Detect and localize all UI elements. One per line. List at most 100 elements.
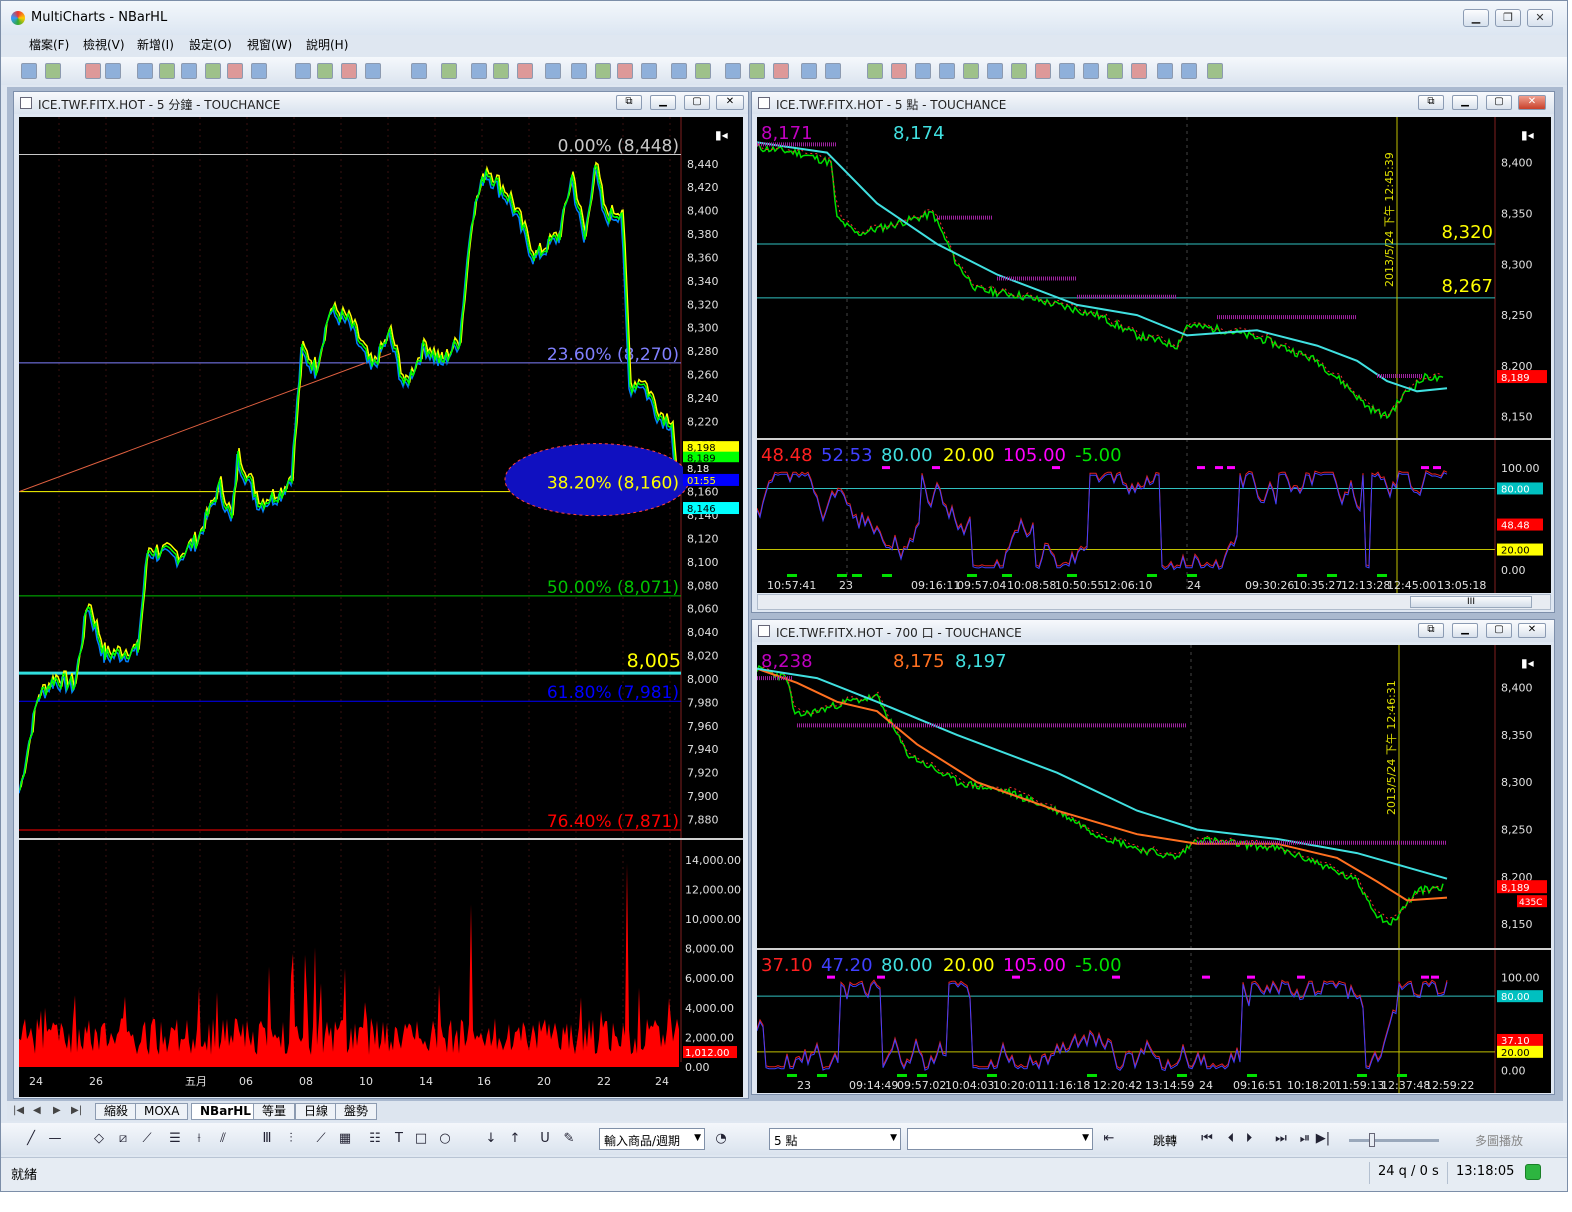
window-restore-icon[interactable]: ⧉: [616, 95, 642, 110]
toolbar-tool-icon[interactable]: [341, 63, 357, 79]
toolbar-tool-icon[interactable]: [1059, 63, 1075, 79]
tab-6[interactable]: 盤勢: [335, 1103, 378, 1120]
drawing-tool-icon[interactable]: ⇤: [1101, 1131, 1117, 1147]
drawing-tool-icon[interactable]: ☰: [167, 1131, 183, 1147]
toolbar-tool-icon[interactable]: [251, 63, 267, 79]
drawing-tool-icon[interactable]: ◇: [91, 1131, 107, 1147]
toolbar-tool-icon[interactable]: [1107, 63, 1123, 79]
tab-1[interactable]: 縮殺: [95, 1103, 138, 1120]
toolbar-tool-icon[interactable]: [295, 63, 311, 79]
drawing-tool-icon[interactable]: ⏯: [1297, 1131, 1313, 1147]
drawing-tool-icon[interactable]: T: [391, 1131, 407, 1147]
toolbar-tool-icon[interactable]: [159, 63, 175, 79]
tab-4[interactable]: 等量: [253, 1103, 296, 1120]
toolbar-tool-icon[interactable]: [517, 63, 533, 79]
chart-window-titlebar[interactable]: ICE.TWF.FITX.HOT - 5 點 - TOUCHANCE ⧉ ▁ ▢…: [752, 92, 1554, 114]
toolbar-tool-icon[interactable]: [1035, 63, 1051, 79]
toolbar-tool-icon[interactable]: [725, 63, 741, 79]
drawing-tool-icon[interactable]: ⫶: [283, 1131, 299, 1147]
menu-file[interactable]: 檔案(F): [29, 36, 69, 53]
drawing-tool-icon[interactable]: ◔: [713, 1131, 729, 1147]
toolbar-tool-icon[interactable]: [963, 63, 979, 79]
window-minimize-button[interactable]: ▁: [1452, 623, 1478, 638]
toolbar-tool-icon[interactable]: [205, 63, 221, 79]
toolbar-tool-icon[interactable]: [441, 63, 457, 79]
menu-insert[interactable]: 新增(I): [137, 36, 174, 53]
toolbar-tool-icon[interactable]: [493, 63, 509, 79]
drawing-tool-icon[interactable]: ⟊: [191, 1131, 207, 1147]
toolbar-tool-icon[interactable]: [411, 63, 427, 79]
toolbar-tool-icon[interactable]: [471, 63, 487, 79]
drawing-tool-icon[interactable]: ⟋: [139, 1131, 155, 1147]
drawing-tool-icon[interactable]: □: [413, 1131, 429, 1147]
toolbar-tool-icon[interactable]: [695, 63, 711, 79]
window-minimize-button[interactable]: ▁: [650, 95, 676, 110]
chart-window-5min[interactable]: ICE.TWF.FITX.HOT - 5 分鐘 - TOUCHANCE ⧉ ▁ …: [13, 91, 749, 1099]
window-maximize-button[interactable]: ▢: [1486, 623, 1512, 638]
toolbar-tool-icon[interactable]: [801, 63, 817, 79]
prev-tab-icon[interactable]: ◀: [33, 1105, 41, 1116]
window-maximize-button[interactable]: ▢: [1486, 95, 1512, 110]
toolbar-tool-icon[interactable]: [227, 63, 243, 79]
chart-window-titlebar[interactable]: ICE.TWF.FITX.HOT - 700 口 - TOUCHANCE ⧉ ▁…: [752, 620, 1554, 642]
chart-plot-area[interactable]: 8,400 8,350 8,300 8,250 8,200 8,150 ▮◂ 8,171 8,1…: [757, 117, 1551, 593]
next-tab-icon[interactable]: ▶: [53, 1105, 61, 1116]
menu-help[interactable]: 說明(H): [306, 36, 348, 53]
toolbar-tool-icon[interactable]: [1131, 63, 1147, 79]
toolbar-tool-icon[interactable]: [1181, 63, 1197, 79]
toolbar-tool-icon[interactable]: [641, 63, 657, 79]
drawing-tool-icon[interactable]: ↑: [507, 1131, 523, 1147]
horizontal-scrollbar[interactable]: III: [757, 594, 1551, 610]
drawing-tool-icon[interactable]: ⏵: [1241, 1131, 1257, 1147]
drawing-tool-icon[interactable]: ○: [437, 1131, 453, 1147]
window-minimize-button[interactable]: ▁: [1452, 95, 1478, 110]
window-close-button[interactable]: ✕: [1518, 95, 1546, 110]
drawing-tool-icon[interactable]: ⟋: [313, 1131, 329, 1147]
toolbar-tool-icon[interactable]: [1083, 63, 1099, 79]
toolbar-tool-icon[interactable]: [137, 63, 153, 79]
drawing-tool-icon[interactable]: ⧄: [115, 1131, 131, 1147]
menu-view[interactable]: 檢視(V): [83, 36, 125, 53]
menu-settings[interactable]: 設定(O): [189, 36, 232, 53]
drawing-tool-icon[interactable]: U: [537, 1131, 553, 1147]
price-oscillator-chart[interactable]: 8,4008,3508,3008,2508,2008,150▮◂8,238 8,1…: [757, 645, 1551, 1093]
drawing-tool-icon[interactable]: ✎: [561, 1131, 577, 1147]
toolbar-tool-icon[interactable]: [617, 63, 633, 79]
price-volume-chart[interactable]: 8,440 8,420 8,400 8,380 8,360 8,340 8,320 8,300…: [19, 117, 743, 1097]
toolbar-tool-icon[interactable]: [105, 63, 121, 79]
drawing-tool-icon[interactable]: Ⅲ: [259, 1131, 275, 1147]
chart-plot-area[interactable]: 8,400 8,350 8,300 8,250 8,200 8,150 ▮◂ 8,238 8,1…: [757, 645, 1551, 1093]
window-maximize-button[interactable]: ▢: [684, 95, 710, 110]
drawing-tool-icon[interactable]: ▶|: [1315, 1131, 1331, 1147]
period-combo[interactable]: 5 點 ▼: [769, 1128, 901, 1150]
drawing-tool-icon[interactable]: ⫽: [215, 1131, 231, 1147]
menu-window[interactable]: 視窗(W): [247, 36, 292, 53]
window-close-button[interactable]: ✕: [1518, 623, 1546, 638]
toolbar-tool-icon[interactable]: [571, 63, 587, 79]
toolbar-tool-icon[interactable]: [987, 63, 1003, 79]
toolbar-tool-icon[interactable]: [365, 63, 381, 79]
tab-daily[interactable]: 日線: [295, 1103, 338, 1120]
search-combo[interactable]: ▼: [907, 1128, 1093, 1150]
window-restore-icon[interactable]: ⧉: [1418, 623, 1444, 638]
toolbar-tool-icon[interactable]: [773, 63, 789, 79]
toolbar-tool-icon[interactable]: [1207, 63, 1223, 79]
minimize-button[interactable]: ▁: [1463, 9, 1489, 27]
drawing-tool-icon[interactable]: —: [47, 1131, 63, 1147]
first-tab-icon[interactable]: |◀: [13, 1105, 24, 1116]
toolbar-tool-icon[interactable]: [891, 63, 907, 79]
scrollbar-thumb[interactable]: III: [1410, 596, 1532, 608]
last-tab-icon[interactable]: ▶|: [71, 1105, 82, 1116]
toolbar-tool-icon[interactable]: [85, 63, 101, 79]
chart-window-titlebar[interactable]: ICE.TWF.FITX.HOT - 5 分鐘 - TOUCHANCE ⧉ ▁ …: [14, 92, 748, 114]
symbol-combo[interactable]: 輸入商品/週期 ▼: [599, 1128, 705, 1150]
price-oscillator-chart[interactable]: 8,4008,3508,3008,2508,2008,150▮◂8,171 8,1…: [757, 117, 1551, 593]
tab-nbarhl[interactable]: NBarHL: [191, 1103, 260, 1120]
toolbar-tool-icon[interactable]: [545, 63, 561, 79]
chart-window-700lot[interactable]: ICE.TWF.FITX.HOT - 700 口 - TOUCHANCE ⧉ ▁…: [751, 619, 1555, 1095]
toolbar-tool-icon[interactable]: [45, 63, 61, 79]
toolbar-tool-icon[interactable]: [867, 63, 883, 79]
toolbar-tool-icon[interactable]: [595, 63, 611, 79]
toolbar-tool-icon[interactable]: [915, 63, 931, 79]
tab-moxa[interactable]: MOXA: [135, 1103, 189, 1120]
